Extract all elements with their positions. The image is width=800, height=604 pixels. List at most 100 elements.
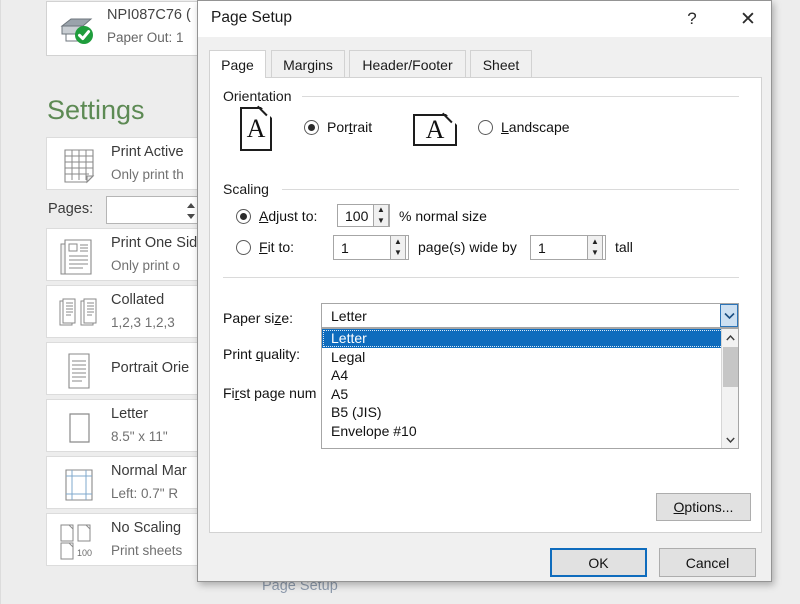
- ok-button-label: OK: [588, 555, 608, 571]
- portrait-label-text: Portrait: [327, 119, 372, 135]
- fit-tall-value: 1: [538, 240, 546, 256]
- spinner-up-icon[interactable]: ▲: [391, 236, 405, 248]
- spinner-down-icon[interactable]: ▼: [391, 248, 405, 260]
- dialog-title: Page Setup: [211, 9, 292, 27]
- portrait-orientation-icon: [57, 351, 101, 391]
- printer-name: NPI087C76 (: [107, 7, 191, 23]
- setting-card-sub: 1,2,3 1,2,3: [111, 315, 175, 330]
- orientation-group-label: Orientation: [223, 88, 298, 104]
- help-icon[interactable]: ?: [671, 1, 713, 37]
- landscape-icon-fold-edge: [442, 103, 462, 123]
- cancel-button[interactable]: Cancel: [659, 548, 756, 577]
- spinner-down-icon[interactable]: ▼: [588, 248, 602, 260]
- adjust-percent-spinner[interactable]: ▲ ▼: [373, 204, 389, 227]
- orientation-group-rule: [302, 96, 739, 97]
- spinner-up-icon[interactable]: ▲: [588, 236, 602, 248]
- setting-card-title: Portrait Orie: [111, 360, 189, 376]
- paper-size-value: Letter: [331, 308, 367, 324]
- dropdown-option-a5[interactable]: A5: [322, 385, 738, 404]
- paper-size-combo[interactable]: Letter: [321, 303, 739, 328]
- fit-wide-spinner[interactable]: ▲ ▼: [390, 235, 406, 260]
- dropdown-option-a4[interactable]: A4: [322, 366, 738, 385]
- adjust-percent-suffix: % normal size: [399, 208, 487, 224]
- landscape-label-text: Landscape: [501, 119, 570, 135]
- print-quality-label: Print quality:: [223, 346, 300, 362]
- orientation-portrait-radio[interactable]: [304, 120, 319, 135]
- setting-card-title: Collated: [111, 292, 164, 308]
- scaling-fitto-label[interactable]: Fit to:: [259, 239, 294, 255]
- portrait-page-icon[interactable]: A: [240, 107, 272, 151]
- setting-card-title: Normal Mar: [111, 463, 187, 479]
- adjust-percent-value: 100: [345, 208, 368, 224]
- scaling-bottom-rule: [223, 277, 739, 278]
- scaling-adjust-radio[interactable]: [236, 209, 251, 224]
- fit-tall-spinner[interactable]: ▲ ▼: [587, 235, 603, 260]
- first-page-number-label: First page num: [223, 385, 316, 401]
- svg-text:100: 100: [77, 548, 92, 558]
- scaling-group-rule: [282, 189, 739, 190]
- collated-icon: [57, 294, 101, 334]
- landscape-icon-letter: A: [426, 117, 445, 143]
- orientation-landscape-radio[interactable]: [478, 120, 493, 135]
- pane-divider: [0, 0, 1, 604]
- ok-button[interactable]: OK: [550, 548, 647, 577]
- pages-input[interactable]: [106, 196, 203, 224]
- scroll-thumb[interactable]: [723, 347, 738, 387]
- setting-card-sub: Only print th: [111, 167, 184, 182]
- fit-tall-label: tall: [615, 239, 633, 255]
- portrait-icon-letter: A: [247, 116, 266, 142]
- dropdown-option-envelope-10[interactable]: Envelope #10: [322, 422, 738, 441]
- print-one-sided-icon: [57, 237, 101, 277]
- paper-size-label: Paper size:: [223, 310, 293, 326]
- setting-card-sub: Print sheets: [111, 543, 182, 558]
- fit-wide-value: 1: [341, 240, 349, 256]
- setting-card-sub: 8.5" x 11": [111, 429, 168, 444]
- fitto-label-text: Fit to:: [259, 239, 294, 255]
- orientation-landscape-label[interactable]: Landscape: [501, 119, 570, 135]
- scaling-group-label: Scaling: [223, 181, 276, 197]
- scaling-adjust-label[interactable]: Adjust to:: [259, 208, 317, 224]
- dropdown-option-b5-jis[interactable]: B5 (JIS): [322, 403, 738, 422]
- setting-card-title: Letter: [111, 406, 148, 422]
- scaling-icon: 100: [57, 522, 101, 562]
- tab-page[interactable]: Page: [209, 50, 266, 78]
- pages-spinner-icon[interactable]: [184, 200, 198, 222]
- scaling-fitto-radio[interactable]: [236, 240, 251, 255]
- orientation-portrait-label[interactable]: Portrait: [327, 119, 372, 135]
- dialog-tabstrip: Page Margins Header/Footer Sheet: [209, 50, 762, 78]
- paper-size-chevron-down-icon[interactable]: [720, 304, 738, 327]
- setting-card-title: Print Active: [111, 144, 184, 160]
- dialog-titlebar: Page Setup ? ✕: [198, 1, 771, 37]
- setting-card-sub: Left: 0.7" R: [111, 486, 178, 501]
- scroll-down-icon[interactable]: [722, 431, 739, 448]
- setting-card-sub: Only print o: [111, 258, 180, 273]
- dropdown-option-legal[interactable]: Legal: [322, 348, 738, 367]
- scroll-up-icon[interactable]: [722, 329, 739, 346]
- setting-card-title: No Scaling: [111, 520, 181, 536]
- fit-middle-label: page(s) wide by: [418, 239, 517, 255]
- page-setup-dialog: Page Setup ? ✕ Page Margins Header/Foote…: [197, 0, 772, 582]
- close-icon[interactable]: ✕: [727, 1, 769, 37]
- print-active-sheets-icon: [57, 146, 101, 186]
- adjust-label-text: Adjust to:: [259, 208, 317, 224]
- pages-label: Pages:: [48, 201, 93, 217]
- margins-icon: [57, 465, 101, 505]
- printer-status: Paper Out: 1: [107, 30, 184, 45]
- cancel-button-label: Cancel: [686, 555, 730, 571]
- tab-sheet[interactable]: Sheet: [470, 50, 532, 78]
- page-tab-panel: Orientation A Portrait A Landscape Scali…: [209, 77, 762, 533]
- tab-margins[interactable]: Margins: [271, 50, 345, 78]
- settings-heading: Settings: [47, 95, 145, 126]
- paper-size-icon: [57, 408, 101, 448]
- paper-size-dropdown-list[interactable]: Letter Legal A4 A5 B5 (JIS) Envelope #10: [321, 328, 739, 449]
- options-button[interactable]: Options...: [656, 493, 751, 521]
- options-button-label: Options...: [674, 499, 734, 515]
- setting-card-title: Print One Sid: [111, 235, 197, 251]
- printer-ready-icon: [57, 12, 97, 46]
- dropdown-scrollbar[interactable]: [721, 329, 738, 448]
- landscape-page-icon[interactable]: A: [413, 114, 457, 146]
- tab-header-footer[interactable]: Header/Footer: [349, 50, 466, 78]
- spinner-up-icon[interactable]: ▲: [374, 205, 388, 216]
- spinner-down-icon[interactable]: ▼: [374, 216, 388, 227]
- dropdown-option-letter[interactable]: Letter: [322, 329, 738, 348]
